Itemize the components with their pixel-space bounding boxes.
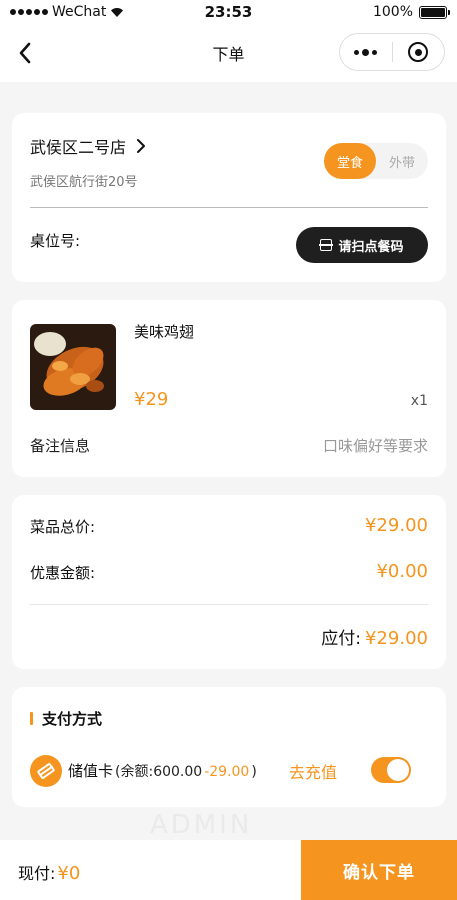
payable-label: 应付: [321,629,362,649]
payable-value: ¥29.00 [365,628,428,649]
payment-method-card: 支付方式 储值卡 (余额:600.00 -29.00 ) 去充值 [12,687,446,807]
divider [30,207,428,208]
discount-value: ¥0.00 [376,561,428,582]
more-dot-icon [362,48,370,56]
deduct-amount: -29.00 [204,764,250,780]
price-summary-card: 菜品总价: ¥29.00 优惠金额: ¥0.00 应付: ¥29.00 [12,495,446,669]
more-dot-icon [372,49,378,55]
subtotal-value: ¥29.00 [365,515,428,536]
recharge-link[interactable]: 去充值 [289,759,337,783]
store-address: 武侯区航行街20号 [30,175,138,190]
target-icon [408,42,429,62]
status-bar: WeChat 23:53 100% [0,0,457,26]
more-button[interactable] [340,34,392,70]
store-selector[interactable]: 武侯区二号店 [30,134,146,158]
remark-label: 备注信息 [30,437,91,455]
confirm-order-button[interactable]: 确认下单 [301,840,457,900]
now-pay-value: ¥0 [57,863,81,884]
chevron-right-icon [137,139,146,153]
payable-row: 应付: ¥29.00 [321,624,428,649]
divider [30,604,428,605]
order-mode-toggle: 堂食 外带 [324,143,428,179]
now-pay: 现付: ¥0 [18,860,80,884]
dish-name: 美味鸡翅 [134,323,195,341]
more-dot-icon [354,49,360,55]
dish-price: ¥29 [134,389,169,410]
scan-code-button[interactable]: 请扫点餐码 [296,227,428,263]
balance-text: (余额:600.00 [115,764,203,780]
dine-in-option[interactable]: 堂食 [324,143,376,179]
balance-close: ) [251,764,257,780]
payment-method-name: 储值卡 [68,762,114,780]
close-miniprogram-button[interactable] [392,34,444,70]
now-pay-label: 现付: [18,864,56,883]
nav-bar: 下单 [0,26,457,82]
scan-icon [319,239,334,251]
discount-label: 优惠金额: [30,564,96,582]
scan-button-label: 请扫点餐码 [338,239,404,255]
watermark: ADMIN [150,810,253,840]
dish-quantity: x1 [410,393,428,409]
takeout-option[interactable]: 外带 [376,143,428,179]
remark-input[interactable]: 口味偏好等要求 [323,435,428,456]
store-card: 武侯区二号店 武侯区航行街20号 堂食 外带 桌位号: 请扫点餐码 [12,113,446,282]
table-number-label: 桌位号: [30,232,81,250]
store-name: 武侯区二号店 [30,138,127,157]
payment-title: 支付方式 [42,710,103,728]
subtotal-label: 菜品总价: [30,518,96,536]
miniprogram-capsule [339,33,445,71]
stored-value-card-icon [30,755,62,787]
switch-knob [387,759,409,781]
status-right: 100% [372,4,450,20]
section-accent-bar [30,712,33,725]
payment-method-text: 储值卡 (余额:600.00 -29.00 ) [68,760,257,781]
bottom-bar: 现付: ¥0 确认下单 [0,840,457,900]
order-item-card: 美味鸡翅 ¥29 x1 备注信息 口味偏好等要求 [12,300,446,477]
battery-icon [419,5,450,19]
dish-image [30,324,116,410]
payment-toggle-switch[interactable] [371,757,411,783]
battery-percent: 100% [372,4,413,20]
